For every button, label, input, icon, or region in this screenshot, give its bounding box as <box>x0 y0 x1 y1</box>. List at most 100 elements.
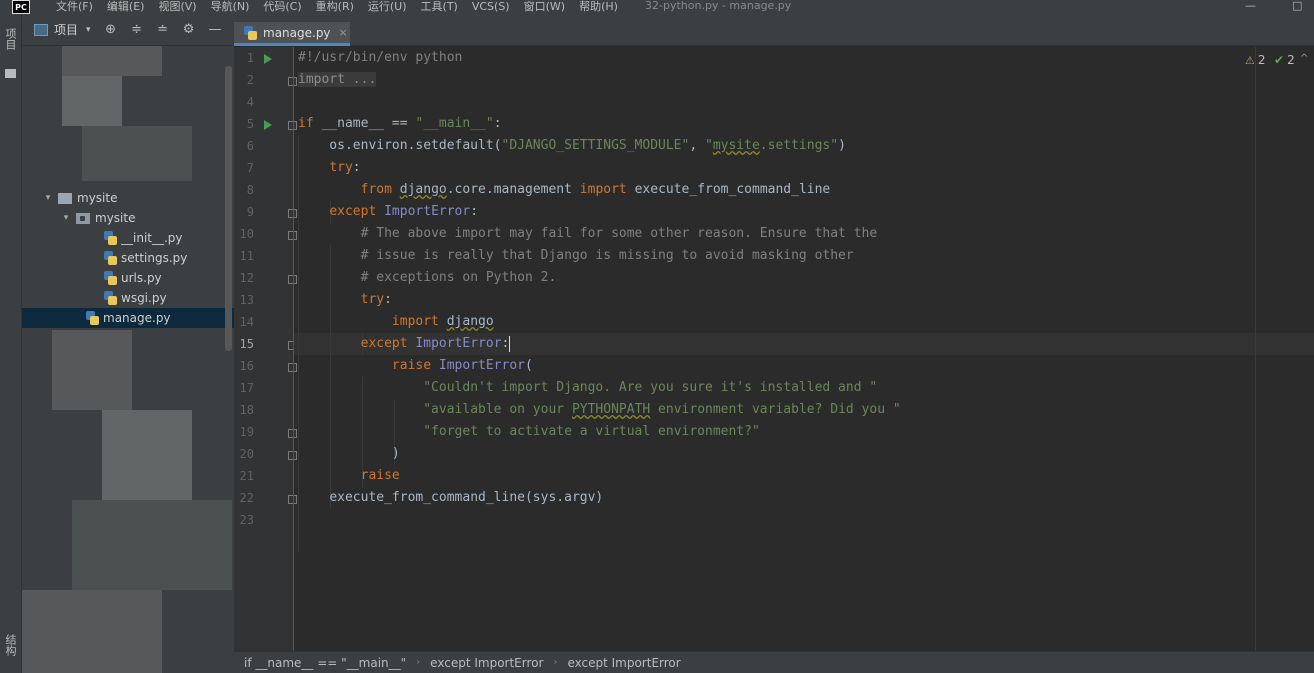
code-line-19: "forget to activate a virtual environmen… <box>298 421 760 443</box>
line-number: 10 <box>239 227 254 241</box>
keyword: except <box>329 204 377 219</box>
line-number: 8 <box>246 183 254 197</box>
line-number: 17 <box>239 381 254 395</box>
line-number: 6 <box>246 139 254 153</box>
line-number-current: 15 <box>239 337 254 351</box>
warnings-indicator[interactable]: ⚠ 2 <box>1245 53 1266 67</box>
run-icon[interactable] <box>264 54 272 64</box>
tree-file-init[interactable]: __init__.py <box>22 228 234 248</box>
left-tool-strip: 项目 结构 <box>0 14 22 673</box>
breadcrumb-item[interactable]: if __name__ == "__main__" <box>244 656 406 670</box>
line-number: 16 <box>239 359 254 373</box>
checks-count: 2 <box>1287 53 1295 67</box>
string-literal: "__main__" <box>415 116 494 131</box>
code-line-5: if __name__ == "__main__": <box>298 113 502 135</box>
tree-item-label: wsgi.py <box>121 291 167 305</box>
project-tool-window-button[interactable]: 项目 <box>4 28 18 50</box>
tree-item-label: settings.py <box>121 251 188 265</box>
gear-icon[interactable]: ⚙ <box>183 22 195 37</box>
project-view-label[interactable]: 项目 <box>54 21 78 38</box>
code-line-21: raise <box>298 465 400 487</box>
menu-help[interactable]: 帮助(H) <box>579 1 618 13</box>
tab-manage-py[interactable]: manage.py × <box>234 22 350 46</box>
minimize-button[interactable]: — <box>1245 0 1256 12</box>
line-number: 12 <box>239 271 254 285</box>
menu-file[interactable]: 文件(F) <box>56 1 93 13</box>
blurred-region <box>102 410 192 500</box>
collapse-all-icon[interactable]: ≐ <box>157 22 169 37</box>
menu-edit[interactable]: 编辑(E) <box>107 1 145 13</box>
code-line-22: execute_from_command_line(sys.argv) <box>298 487 603 509</box>
keyword: import <box>579 182 627 197</box>
warnings-count: 2 <box>1257 53 1266 67</box>
check-icon: ✔ <box>1274 53 1285 67</box>
code-line-17: "Couldn't import Django. Are you sure it… <box>298 377 877 399</box>
menu-vcs[interactable]: VCS(S) <box>472 1 510 13</box>
chevron-down-icon[interactable]: ▾ <box>86 25 91 35</box>
tree-item-label: mysite <box>95 211 136 225</box>
tree-file-settings[interactable]: settings.py <box>22 248 234 268</box>
line-number: 19 <box>239 425 254 439</box>
breadcrumb-item[interactable]: except ImportError <box>567 656 680 670</box>
code-line-15: except ImportError: <box>360 335 511 352</box>
string-literal: PYTHONPATH <box>571 402 651 417</box>
tree-package-mysite[interactable]: ▾ mysite <box>22 208 234 228</box>
blurred-region <box>62 46 162 76</box>
menu-run[interactable]: 运行(U) <box>368 1 407 13</box>
python-file-icon <box>104 271 117 285</box>
code-line-13: try: <box>360 292 392 307</box>
expand-all-icon[interactable]: ≑ <box>131 22 143 37</box>
menu-tools[interactable]: 工具(T) <box>421 1 458 13</box>
folder-icon <box>58 192 72 204</box>
breadcrumb: if __name__ == "__main__" › except Impor… <box>234 651 1314 673</box>
menu-navigate[interactable]: 导航(N) <box>211 1 250 13</box>
code-line-12: # exceptions on Python 2. <box>298 267 557 289</box>
project-tree-scrollbar[interactable] <box>225 66 232 351</box>
blurred-region <box>72 500 232 590</box>
folded-imports[interactable]: import ... <box>298 72 377 87</box>
keyword: import <box>391 314 439 329</box>
chevron-down-icon[interactable]: ▾ <box>60 213 72 223</box>
string-literal: "DJANGO_SETTINGS_MODULE" <box>501 138 690 153</box>
code-text: ) <box>391 446 400 461</box>
code-line-14: import django <box>298 311 494 333</box>
line-number: 21 <box>239 469 254 483</box>
code-line-7: try: <box>329 160 361 175</box>
maximize-button[interactable]: □ <box>1292 0 1302 12</box>
tree-folder-mysite[interactable]: ▾ mysite <box>22 188 234 208</box>
line-number: 23 <box>239 513 254 527</box>
menu-window[interactable]: 窗口(W) <box>524 1 565 13</box>
checks-indicator[interactable]: ✔ 2 <box>1274 53 1295 67</box>
string-literal: .settings" <box>759 138 839 153</box>
python-file-icon <box>104 291 117 305</box>
line-number: 5 <box>246 117 254 131</box>
blurred-region <box>82 126 192 181</box>
menu-refactor[interactable]: 重构(R) <box>316 1 354 13</box>
close-icon[interactable]: × <box>339 26 348 39</box>
chevron-down-icon[interactable]: ▾ <box>42 193 54 203</box>
tab-label: manage.py <box>263 25 331 40</box>
blurred-region <box>52 330 132 410</box>
locate-file-icon[interactable]: ⊕ <box>105 22 117 37</box>
line-number: 13 <box>239 293 254 307</box>
python-file-icon <box>86 311 99 325</box>
python-file-icon <box>104 231 117 245</box>
run-icon[interactable] <box>264 120 272 130</box>
code-line-1: #!/usr/bin/env python <box>298 50 463 65</box>
tree-file-manage[interactable]: manage.py <box>22 308 234 328</box>
tree-file-urls[interactable]: urls.py <box>22 268 234 288</box>
hide-panel-icon[interactable]: — <box>209 22 222 37</box>
tree-file-wsgi[interactable]: wsgi.py <box>22 288 234 308</box>
tree-item-label: __init__.py <box>121 231 183 245</box>
menu-code[interactable]: 代码(C) <box>263 1 301 13</box>
chevron-up-icon[interactable]: ^ <box>1300 53 1308 64</box>
string-literal: mysite <box>712 138 760 153</box>
project-view-icon <box>34 23 48 36</box>
code-editor[interactable]: #!/usr/bin/env python import ... if __na… <box>298 47 1298 651</box>
menu-view[interactable]: 视图(V) <box>158 1 196 13</box>
breadcrumb-item[interactable]: except ImportError <box>430 656 543 670</box>
line-number: 14 <box>239 315 254 329</box>
string-literal: "forget to activate a virtual environmen… <box>423 424 760 439</box>
tree-item-label: manage.py <box>103 311 171 325</box>
structure-tool-window-button[interactable]: 结构 <box>4 634 18 656</box>
